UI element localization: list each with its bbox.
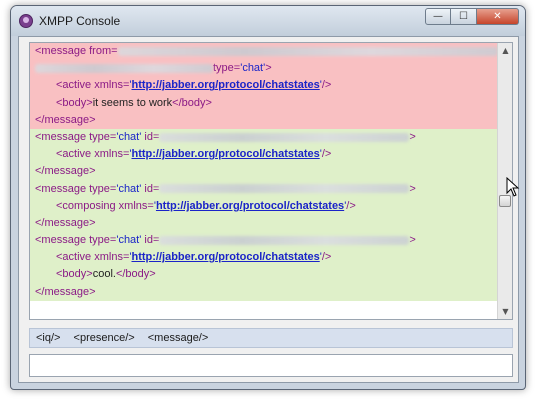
log-line: <composing xmlns='http://jabber.org/prot…: [30, 197, 498, 215]
xml-attr-name: id=: [141, 182, 160, 195]
log-line: <message type='chat' id= >: [30, 128, 498, 147]
redacted-value: [159, 132, 410, 142]
xml-tag: </message>: [35, 113, 96, 126]
xml-tag: <body>: [56, 268, 93, 281]
xml-tag-end: >: [409, 130, 416, 143]
title-bar[interactable]: XMPP Console — ☐ ✕: [11, 6, 525, 36]
xml-tag-end: />: [321, 148, 332, 161]
xml-log-view[interactable]: <message from= type='chat'> <active xmlns=…: [29, 42, 513, 320]
xml-tag: <active xmlns=: [56, 148, 130, 161]
message-body-text: it seems to work: [92, 96, 173, 109]
xml-tag-end: />: [321, 79, 332, 92]
log-line: <active xmlns='http://jabber.org/protoco…: [30, 146, 498, 164]
window-controls: — ☐ ✕: [425, 8, 519, 25]
xml-tag: </body>: [115, 268, 156, 281]
log-line: <message from=: [30, 43, 498, 61]
xml-tag: <active xmlns=: [56, 251, 130, 264]
xml-tag-end: >: [409, 234, 416, 247]
xml-tag: <active xmlns=: [56, 79, 130, 92]
xml-tag-end: >: [409, 182, 416, 195]
log-line: <active xmlns='http://jabber.org/protoco…: [30, 249, 498, 267]
app-icon: [19, 14, 33, 28]
xml-attr-value: 'chat': [116, 130, 142, 143]
xml-tag: </message>: [35, 285, 96, 298]
message-body-text: cool.: [92, 268, 116, 281]
redacted-value: [159, 184, 410, 194]
log-line: <message type='chat' id= >: [30, 180, 498, 198]
log-line: <body>cool.</body>: [30, 266, 498, 284]
mouse-cursor-icon: [506, 177, 520, 197]
xml-attr-value: 'chat': [116, 182, 142, 195]
xml-log-content: <message from= type='chat'> <active xmlns=…: [30, 43, 498, 319]
log-line: </message>: [30, 163, 498, 181]
xml-tag: <composing xmlns=: [56, 199, 154, 212]
log-line: <active xmlns='http://jabber.org/protoco…: [30, 77, 498, 95]
xml-input-field[interactable]: [29, 354, 513, 377]
xml-tag-end: />: [346, 199, 356, 212]
iq-shortcut-link[interactable]: <iq/>: [36, 332, 60, 344]
xml-tag: <message type=: [35, 182, 117, 195]
xml-tag-end: />: [321, 251, 332, 264]
log-line: type='chat'>: [30, 60, 498, 78]
namespace-link[interactable]: http://jabber.org/protocol/chatstates: [131, 79, 319, 91]
xmpp-console-window: XMPP Console — ☐ ✕ <message from= type='c…: [10, 5, 526, 390]
xml-tag: </body>: [172, 96, 212, 109]
presence-shortcut-link[interactable]: <presence/>: [74, 332, 135, 344]
message-shortcut-link[interactable]: <message/>: [148, 332, 209, 344]
xml-attr-value: 'chat': [116, 234, 142, 247]
log-line: </message>: [30, 111, 498, 129]
window-title: XMPP Console: [39, 14, 121, 28]
namespace-link[interactable]: http://jabber.org/protocol/chatstates: [131, 251, 319, 263]
xml-attr-name: id=: [141, 130, 160, 143]
xml-attr-value: 'chat': [240, 62, 266, 75]
redacted-value: [117, 46, 498, 56]
console-client-area: <message from= type='chat'> <active xmlns=…: [18, 36, 519, 383]
minimize-button[interactable]: —: [425, 8, 451, 25]
xml-tag: <message type=: [35, 234, 117, 247]
redacted-value: [35, 63, 213, 73]
maximize-button[interactable]: ☐: [451, 8, 477, 25]
scroll-down-icon[interactable]: ▼: [498, 304, 512, 319]
xml-attr-name: type=: [213, 62, 241, 75]
stanza-shortcut-bar: <iq/> <presence/> <message/>: [29, 328, 513, 348]
xml-tag: </message>: [35, 165, 96, 178]
xml-tag: <message type=: [35, 130, 117, 143]
xml-attr-name: id=: [141, 234, 160, 247]
scroll-up-icon[interactable]: ▲: [498, 43, 512, 58]
xml-tag: <message from=: [35, 45, 118, 57]
log-line: <message type='chat' id= >: [30, 232, 498, 250]
close-button[interactable]: ✕: [477, 8, 519, 25]
namespace-link[interactable]: http://jabber.org/protocol/chatstates: [131, 148, 319, 160]
xml-tag: </message>: [35, 216, 96, 229]
xml-tag: <body>: [56, 96, 93, 109]
redacted-value: [159, 235, 410, 245]
log-line: <body>it seems to work</body>: [30, 94, 498, 112]
xml-tag-end: >: [265, 62, 272, 75]
log-line: </message>: [30, 214, 498, 233]
namespace-link[interactable]: http://jabber.org/protocol/chatstates: [156, 200, 344, 212]
log-line: </message>: [30, 283, 498, 301]
